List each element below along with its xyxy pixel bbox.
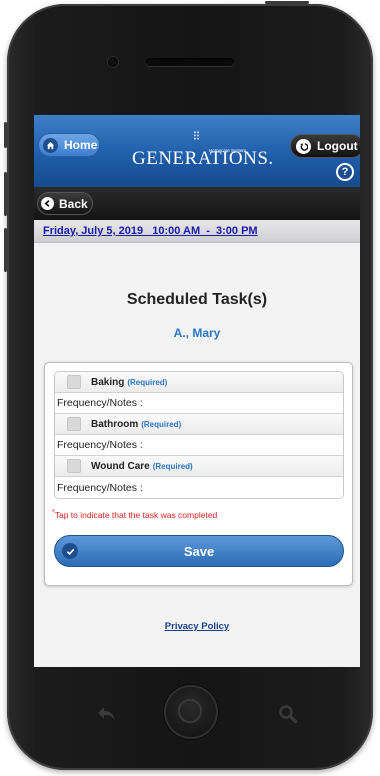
home-label: Home	[64, 138, 98, 152]
task-checkbox[interactable]	[67, 417, 81, 431]
logout-icon	[296, 138, 311, 154]
home-button[interactable]: Home	[38, 133, 100, 157]
logo-mark-icon: ⁝⁝	[192, 128, 200, 143]
hardware-back-icon[interactable]	[96, 704, 118, 730]
home-icon	[43, 137, 58, 153]
back-button[interactable]: Back	[37, 192, 93, 215]
help-button[interactable]: ?	[336, 163, 354, 181]
note-text: Tap to indicate that the task was comple…	[54, 509, 218, 520]
frequency-notes: Frequency/Notes :	[55, 435, 343, 456]
nav-bar: Back	[34, 187, 360, 220]
volume-down-button	[4, 228, 7, 272]
task-row-wound-care[interactable]: Wound Care (Required)	[55, 456, 343, 477]
task-name: Baking	[91, 376, 125, 388]
earpiece-speaker	[146, 58, 234, 66]
task-name: Wound Care	[91, 460, 150, 472]
app-header: Home ⁝⁝GENERATIONS. Homecare System Logo…	[34, 115, 360, 187]
back-arrow-icon	[41, 197, 54, 210]
task-checkbox[interactable]	[67, 375, 81, 389]
volume-up-button	[4, 172, 7, 216]
logout-button[interactable]: Logout	[290, 134, 360, 158]
task-name: Bathroom	[91, 418, 139, 430]
required-label: (Required)	[141, 419, 182, 429]
task-row-bathroom[interactable]: Bathroom (Required)	[55, 414, 343, 435]
help-icon: ?	[341, 166, 349, 178]
visit-date-link[interactable]: Friday, July 5, 2019 10:00 AM - 3:00 PM	[43, 225, 258, 237]
home-button-ring	[178, 699, 202, 723]
logo-subtitle: Homecare System	[209, 148, 247, 153]
task-list: Baking (Required) Frequency/Notes : Bath…	[54, 371, 344, 499]
task-row-baking[interactable]: Baking (Required)	[55, 372, 343, 393]
hardware-home-button[interactable]	[164, 685, 218, 739]
power-button	[265, 1, 309, 4]
client-name: A., Mary	[173, 326, 221, 340]
mute-switch	[4, 122, 7, 148]
required-label: (Required)	[152, 461, 193, 471]
save-button[interactable]: Save	[54, 535, 344, 567]
completion-note: *Tap to indicate that the task was compl…	[52, 509, 217, 520]
hardware-search-icon[interactable]	[278, 704, 298, 730]
frequency-notes: Frequency/Notes :	[55, 393, 343, 414]
back-label: Back	[59, 196, 88, 211]
page-title: Scheduled Task(s)	[126, 291, 268, 308]
save-label: Save	[183, 543, 215, 559]
logout-label: Logout	[317, 139, 358, 153]
app-screen: Home ⁝⁝GENERATIONS. Homecare System Logo…	[34, 115, 360, 667]
required-label: (Required)	[127, 377, 168, 387]
frequency-notes: Frequency/Notes :	[55, 477, 343, 498]
main-content: Scheduled Task(s) A., Mary Baking (Requi…	[34, 243, 360, 667]
task-checkbox[interactable]	[67, 459, 81, 473]
check-icon	[62, 543, 78, 559]
front-camera	[108, 57, 118, 67]
visit-date-bar: Friday, July 5, 2019 10:00 AM - 3:00 PM	[34, 220, 360, 243]
task-card: Baking (Required) Frequency/Notes : Bath…	[44, 362, 353, 586]
privacy-policy-link[interactable]: Privacy Policy	[34, 621, 360, 632]
